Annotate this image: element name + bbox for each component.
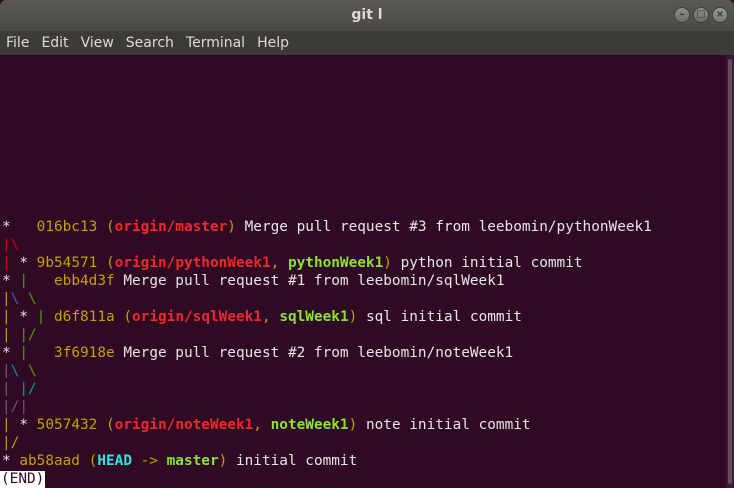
commit-message: Merge pull request #3 from leebomin/pyth… bbox=[244, 219, 652, 235]
commit-message: note initial commit bbox=[365, 417, 531, 433]
menu-file[interactable]: File bbox=[0, 31, 35, 55]
git-log-line: * | ebb4d3f Merge pull request #1 from l… bbox=[2, 273, 505, 289]
git-log-line: | * | d6f811a (origin/sqlWeek1, sqlWeek1… bbox=[2, 309, 522, 325]
ref-label: HEAD bbox=[97, 453, 132, 469]
ref-label: sqlWeek1 bbox=[279, 309, 349, 325]
ref-label: origin/master bbox=[114, 219, 228, 235]
graph-line: |\ \ bbox=[2, 363, 37, 379]
git-log-line: * 016bc13 (origin/master) Merge pull req… bbox=[2, 219, 652, 235]
commit-message: python initial commit bbox=[400, 255, 583, 271]
git-log-line: * | 3f6918e Merge pull request #2 from l… bbox=[2, 345, 514, 361]
graph-line: |/ bbox=[2, 435, 20, 451]
window-title: git l bbox=[351, 7, 383, 23]
git-log-line: | * 9b54571 (origin/pythonWeek1, pythonW… bbox=[2, 255, 583, 271]
menu-view[interactable]: View bbox=[75, 31, 120, 55]
close-icon[interactable]: × bbox=[712, 7, 728, 23]
window-controls: – □ × bbox=[674, 7, 728, 23]
commit-hash: ebb4d3f bbox=[54, 273, 115, 289]
git-log-line: * ab58aad (HEAD -> master) initial commi… bbox=[2, 453, 358, 469]
pager-end-status: (END) bbox=[0, 471, 46, 488]
ref-label: master bbox=[166, 453, 219, 469]
git-log-line: | * 5057432 (origin/noteWeek1, noteWeek1… bbox=[2, 417, 531, 433]
graph-line: |\ bbox=[2, 237, 20, 253]
menu-edit[interactable]: Edit bbox=[35, 31, 74, 55]
window-titlebar[interactable]: git l – □ × bbox=[0, 0, 734, 31]
commit-hash: 3f6918e bbox=[54, 345, 115, 361]
commit-message: Merge pull request #2 from leebomin/note… bbox=[123, 345, 514, 361]
terminal-output[interactable]: * 016bc13 (origin/master) Merge pull req… bbox=[0, 55, 726, 488]
commit-hash: d6f811a bbox=[54, 309, 115, 325]
graph-line: |/| bbox=[2, 399, 28, 415]
graph-line: |\ \ bbox=[2, 291, 37, 307]
ref-label: origin/pythonWeek1 bbox=[114, 255, 271, 271]
commit-message: initial commit bbox=[235, 453, 358, 469]
ref-label: origin/noteWeek1 bbox=[114, 417, 254, 433]
menu-help[interactable]: Help bbox=[251, 31, 295, 55]
graph-line: | |/ bbox=[2, 381, 37, 397]
commit-message: Merge pull request #1 from leebomin/sqlW… bbox=[123, 273, 505, 289]
menu-terminal[interactable]: Terminal bbox=[180, 31, 251, 55]
ref-label: pythonWeek1 bbox=[287, 255, 384, 271]
menu-search[interactable]: Search bbox=[120, 31, 180, 55]
commit-message: sql initial commit bbox=[365, 309, 522, 325]
menu-bar: File Edit View Search Terminal Help bbox=[0, 31, 734, 55]
terminal-scrollbar[interactable] bbox=[726, 55, 734, 488]
ref-label: origin/sqlWeek1 bbox=[132, 309, 262, 325]
maximize-icon[interactable]: □ bbox=[693, 7, 709, 23]
commit-hash: 5057432 bbox=[36, 417, 98, 433]
scrollbar-thumb[interactable] bbox=[728, 59, 732, 484]
commit-hash: ab58aad bbox=[19, 453, 80, 469]
graph-line: | |/ bbox=[2, 327, 37, 343]
ref-label: noteWeek1 bbox=[270, 417, 349, 433]
commit-hash: 9b54571 bbox=[36, 255, 98, 271]
minimize-icon[interactable]: – bbox=[674, 7, 690, 23]
commit-hash: 016bc13 bbox=[36, 219, 98, 235]
